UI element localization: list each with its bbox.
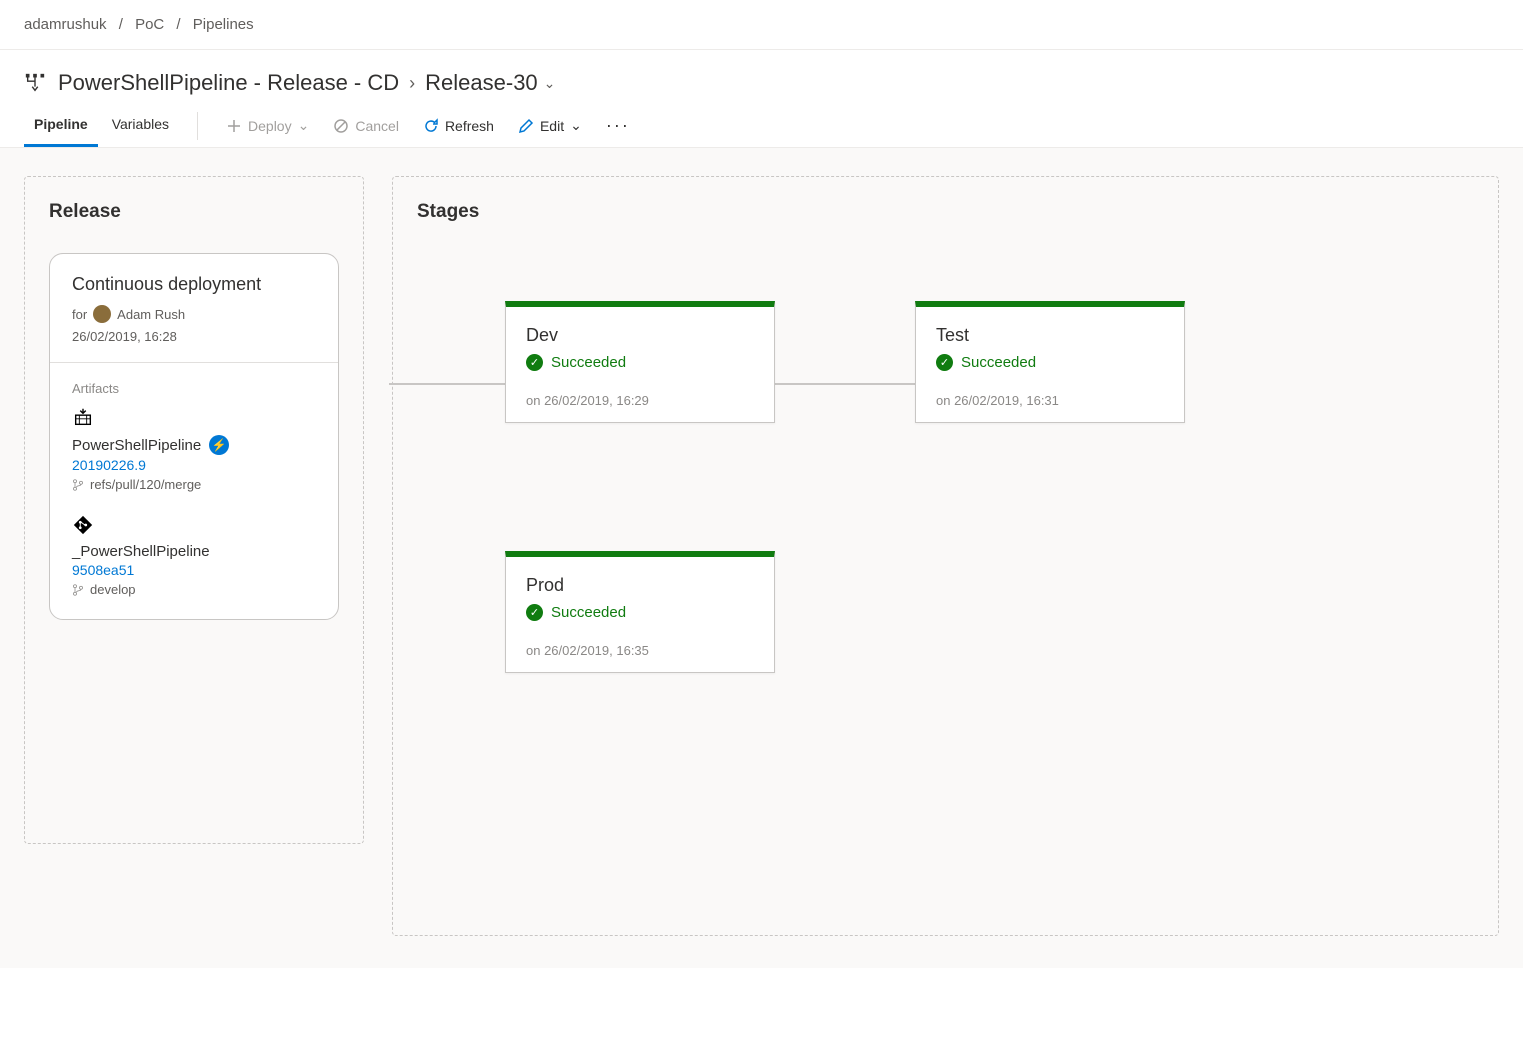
breadcrumb-project[interactable]: PoC	[135, 16, 164, 33]
tab-variables[interactable]: Variables	[102, 104, 179, 147]
stage-name: Test	[936, 325, 1164, 346]
artifact-branch: develop	[90, 582, 136, 597]
chevron-down-icon: ⌄	[298, 117, 310, 134]
chevron-right-icon: ›	[409, 73, 415, 94]
check-icon: ✓	[526, 604, 543, 621]
release-user: Adam Rush	[117, 307, 185, 322]
stages-panel: Stages Dev ✓ Succeeded on 26/02/2019, 16…	[392, 176, 1499, 936]
stage-status: Succeeded	[551, 354, 626, 371]
stage-card-prod[interactable]: Prod ✓ Succeeded on 26/02/2019, 16:35	[505, 551, 775, 673]
stage-time: on 26/02/2019, 16:29	[526, 393, 754, 408]
release-timestamp: 26/02/2019, 16:28	[72, 329, 316, 344]
release-pipeline-icon	[24, 72, 46, 94]
connector-line	[389, 383, 505, 385]
deploy-button[interactable]: Deploy ⌄	[216, 109, 319, 142]
artifact-item[interactable]: PowerShellPipeline ⚡ 20190226.9 refs/pul…	[72, 406, 316, 492]
chevron-down-icon: ⌄	[570, 117, 582, 134]
more-button[interactable]: ···	[596, 107, 640, 144]
stage-card-dev[interactable]: Dev ✓ Succeeded on 26/02/2019, 16:29	[505, 301, 775, 423]
artifact-version-link[interactable]: 20190226.9	[72, 457, 316, 473]
connector-line	[775, 383, 915, 385]
tabs-toolbar: Pipeline Variables Deploy ⌄ Cancel Refre…	[0, 96, 1523, 148]
pipeline-canvas: Release Continuous deployment for Adam R…	[0, 148, 1523, 968]
pipeline-title[interactable]: PowerShellPipeline - Release - CD	[58, 70, 399, 96]
cancel-label: Cancel	[355, 118, 399, 134]
deploy-label: Deploy	[248, 118, 292, 134]
stage-name: Prod	[526, 575, 754, 596]
breadcrumb-sep: /	[119, 16, 123, 33]
tab-separator	[197, 112, 198, 140]
refresh-icon	[423, 118, 439, 134]
release-card[interactable]: Continuous deployment for Adam Rush 26/0…	[49, 253, 339, 620]
artifacts-label: Artifacts	[72, 381, 316, 396]
refresh-label: Refresh	[445, 118, 494, 134]
lightning-icon: ⚡	[209, 435, 229, 455]
artifact-version-link[interactable]: 9508ea51	[72, 562, 316, 578]
build-artifact-icon	[72, 406, 94, 428]
plus-icon	[226, 118, 242, 134]
release-panel-title: Release	[49, 201, 339, 223]
release-dropdown-icon[interactable]: ⌄	[544, 75, 556, 92]
stage-status: Succeeded	[551, 604, 626, 621]
artifact-branch: refs/pull/120/merge	[90, 477, 201, 492]
stage-status: Succeeded	[961, 354, 1036, 371]
edit-label: Edit	[540, 118, 564, 134]
avatar	[93, 305, 111, 323]
check-icon: ✓	[936, 354, 953, 371]
release-card-title: Continuous deployment	[72, 274, 316, 295]
breadcrumb-section[interactable]: Pipelines	[193, 16, 254, 33]
pencil-icon	[518, 118, 534, 134]
stages-panel-title: Stages	[417, 201, 1474, 223]
branch-icon	[72, 584, 84, 596]
cancel-icon	[333, 118, 349, 134]
artifact-item[interactable]: _PowerShellPipeline 9508ea51 develop	[72, 514, 316, 597]
edit-button[interactable]: Edit ⌄	[508, 109, 592, 142]
cancel-button[interactable]: Cancel	[323, 110, 409, 142]
stage-card-test[interactable]: Test ✓ Succeeded on 26/02/2019, 16:31	[915, 301, 1185, 423]
release-name[interactable]: Release-30	[425, 70, 538, 96]
branch-icon	[72, 479, 84, 491]
breadcrumb: adamrushuk / PoC / Pipelines	[0, 0, 1523, 49]
for-prefix: for	[72, 307, 87, 322]
page-title-row: PowerShellPipeline - Release - CD › Rele…	[0, 50, 1523, 96]
git-artifact-icon	[72, 514, 94, 536]
refresh-button[interactable]: Refresh	[413, 110, 504, 142]
breadcrumb-sep: /	[176, 16, 180, 33]
artifact-name: _PowerShellPipeline	[72, 543, 210, 560]
stage-name: Dev	[526, 325, 754, 346]
tab-pipeline[interactable]: Pipeline	[24, 104, 98, 147]
artifact-name: PowerShellPipeline	[72, 437, 201, 454]
stage-time: on 26/02/2019, 16:35	[526, 643, 754, 658]
check-icon: ✓	[526, 354, 543, 371]
breadcrumb-org[interactable]: adamrushuk	[24, 16, 107, 33]
stage-time: on 26/02/2019, 16:31	[936, 393, 1164, 408]
release-panel: Release Continuous deployment for Adam R…	[24, 176, 364, 844]
